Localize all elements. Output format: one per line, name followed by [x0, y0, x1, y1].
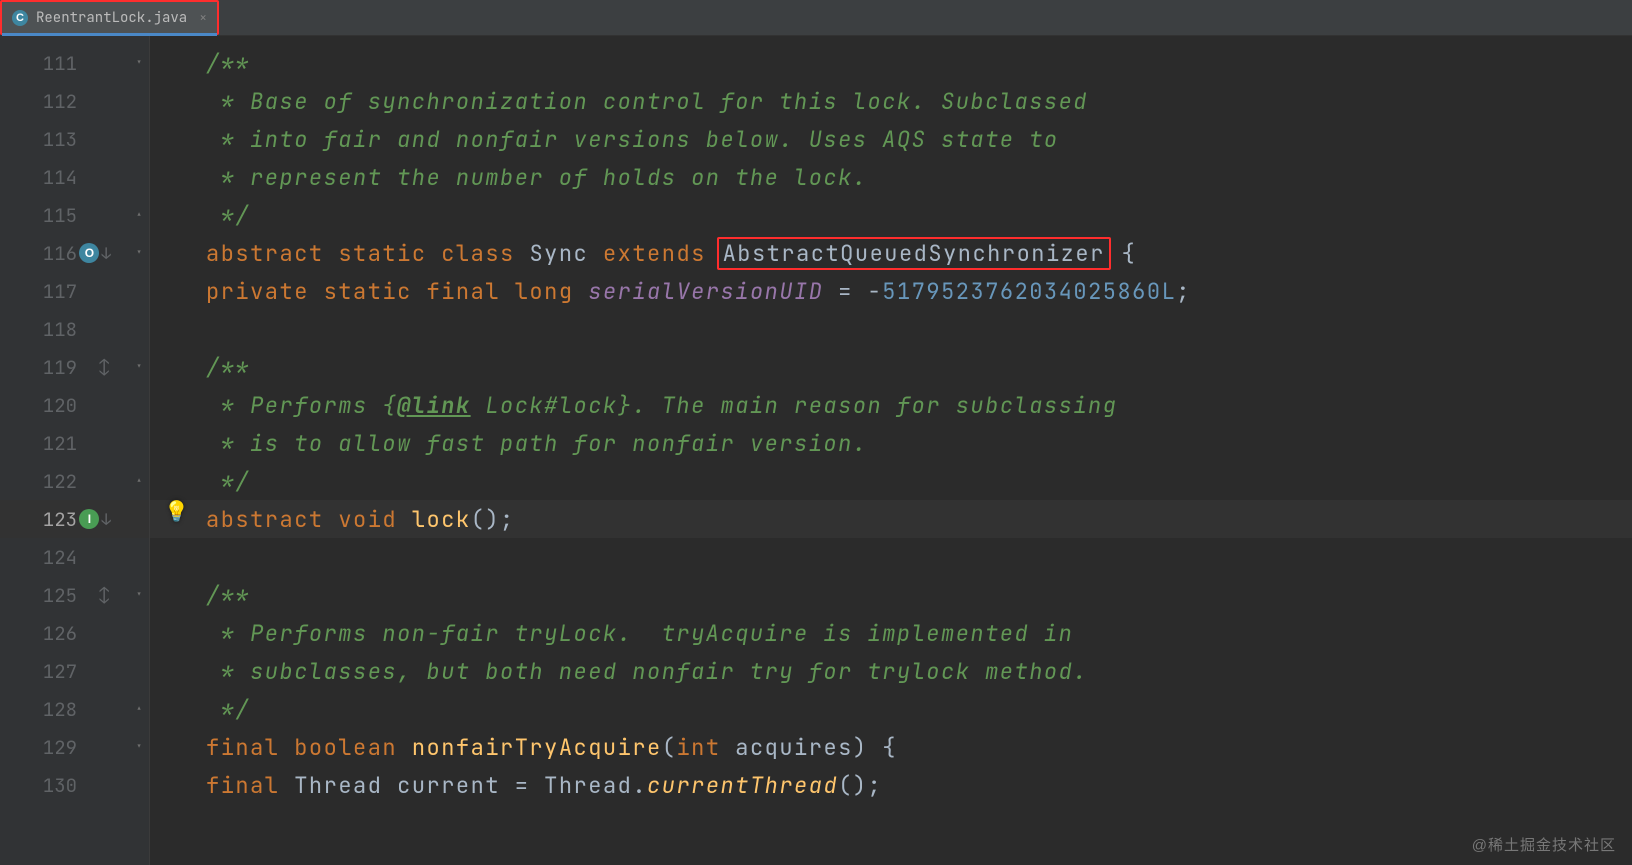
- code-line[interactable]: [150, 538, 1632, 576]
- line-number[interactable]: 121: [0, 424, 149, 462]
- line-number[interactable]: 119↕: [0, 348, 149, 386]
- line-number[interactable]: 114: [0, 158, 149, 196]
- line-number[interactable]: 116O↓: [0, 234, 149, 272]
- override-marker-icon[interactable]: O↓: [79, 243, 111, 264]
- fold-toggle-icon[interactable]: [132, 360, 146, 374]
- code-line[interactable]: */: [150, 196, 1632, 234]
- code-line[interactable]: abstract static class Sync extends Abstr…: [150, 234, 1632, 272]
- expand-icon[interactable]: ↕: [99, 357, 109, 378]
- code-line[interactable]: * Base of synchronization control for th…: [150, 82, 1632, 120]
- fold-toggle-icon[interactable]: [132, 56, 146, 70]
- line-number[interactable]: 129: [0, 728, 149, 766]
- line-number[interactable]: 115: [0, 196, 149, 234]
- tab-bar: C ReentrantLock.java ×: [0, 0, 1632, 36]
- code-line[interactable]: final Thread current = Thread.currentThr…: [150, 766, 1632, 804]
- code-line[interactable]: * Performs {@link Lock#lock}. The main r…: [150, 386, 1632, 424]
- fold-toggle-icon[interactable]: [132, 474, 146, 488]
- code-line[interactable]: * subclasses, but both need nonfair try …: [150, 652, 1632, 690]
- fold-toggle-icon[interactable]: [132, 702, 146, 716]
- code-line[interactable]: final boolean nonfairTryAcquire(int acqu…: [150, 728, 1632, 766]
- close-icon[interactable]: ×: [199, 9, 207, 26]
- line-number[interactable]: 125↕: [0, 576, 149, 614]
- class-icon: C: [12, 10, 28, 26]
- code-line[interactable]: * into fair and nonfair versions below. …: [150, 120, 1632, 158]
- line-number[interactable]: 120: [0, 386, 149, 424]
- code-line[interactable]: * is to allow fast path for nonfair vers…: [150, 424, 1632, 462]
- code-line[interactable]: * Performs non-fair tryLock. tryAcquire …: [150, 614, 1632, 652]
- intention-bulb-icon[interactable]: 💡: [164, 498, 189, 524]
- line-number[interactable]: 128: [0, 690, 149, 728]
- editor-tab[interactable]: C ReentrantLock.java ×: [0, 0, 219, 35]
- line-number[interactable]: 124: [0, 538, 149, 576]
- code-area[interactable]: @稀土掘金技术社区 /** * Base of synchronization …: [150, 36, 1632, 865]
- code-line[interactable]: private static final long serialVersionU…: [150, 272, 1632, 310]
- code-line[interactable]: */: [150, 690, 1632, 728]
- code-line[interactable]: [150, 310, 1632, 348]
- fold-toggle-icon[interactable]: [132, 208, 146, 222]
- gutter: 111112113114115116O↓117118119↕1201211221…: [0, 36, 150, 865]
- line-number[interactable]: 112: [0, 82, 149, 120]
- implements-marker-icon[interactable]: I↓: [79, 509, 111, 530]
- highlighted-class: AbstractQueuedSynchronizer: [717, 237, 1111, 270]
- code-line[interactable]: /**: [150, 44, 1632, 82]
- code-line[interactable]: abstract void lock();: [150, 500, 1632, 538]
- code-line[interactable]: /**: [150, 576, 1632, 614]
- line-number[interactable]: 118: [0, 310, 149, 348]
- watermark: @稀土掘金技术社区: [1472, 834, 1616, 855]
- line-number[interactable]: 113: [0, 120, 149, 158]
- code-line[interactable]: /**: [150, 348, 1632, 386]
- code-line[interactable]: */: [150, 462, 1632, 500]
- fold-column: [131, 44, 149, 865]
- fold-toggle-icon[interactable]: [132, 246, 146, 260]
- fold-toggle-icon[interactable]: [132, 740, 146, 754]
- fold-toggle-icon[interactable]: [132, 588, 146, 602]
- line-number[interactable]: 127: [0, 652, 149, 690]
- expand-icon[interactable]: ↕: [99, 585, 109, 606]
- line-number[interactable]: 126: [0, 614, 149, 652]
- tab-filename: ReentrantLock.java: [36, 9, 187, 27]
- code-line[interactable]: * represent the number of holds on the l…: [150, 158, 1632, 196]
- line-number[interactable]: 123I↓: [0, 500, 149, 538]
- line-number[interactable]: 122: [0, 462, 149, 500]
- line-number[interactable]: 130: [0, 766, 149, 804]
- editor: 111112113114115116O↓117118119↕1201211221…: [0, 36, 1632, 865]
- line-number[interactable]: 117: [0, 272, 149, 310]
- line-number[interactable]: 111: [0, 44, 149, 82]
